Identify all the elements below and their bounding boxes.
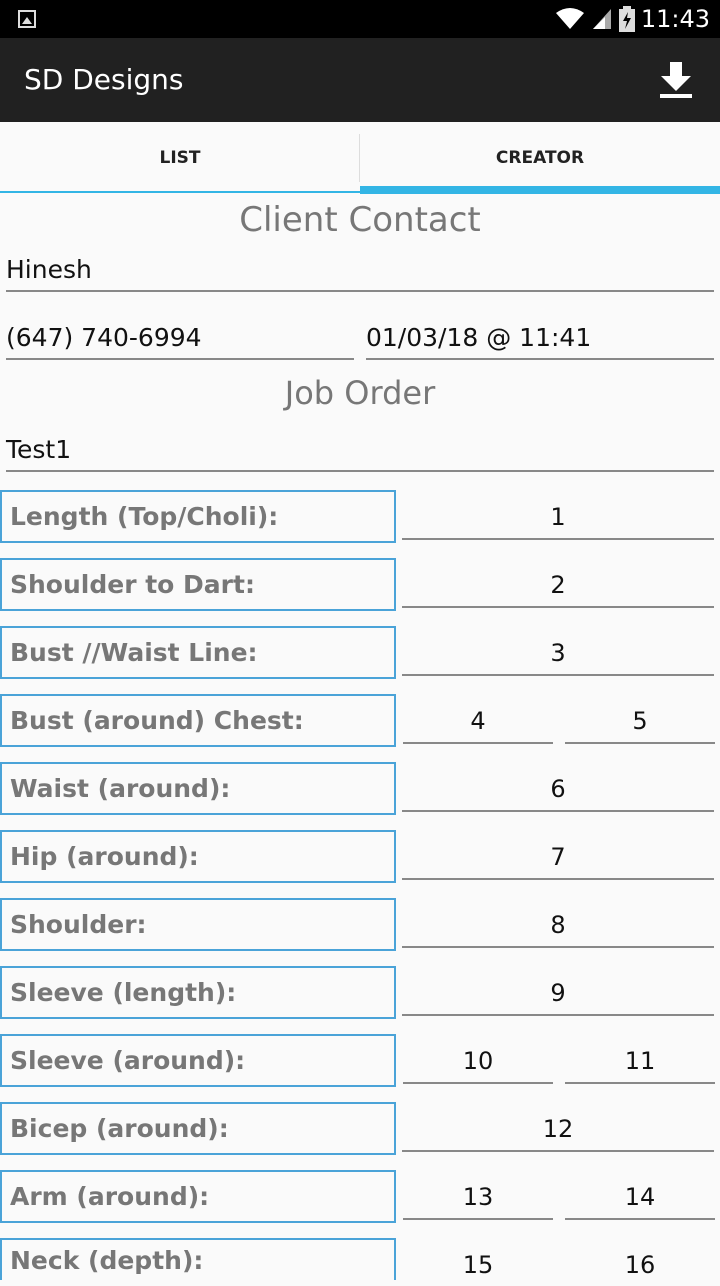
measurement-label-bust-waist-line: Bust //Waist Line: [0, 626, 396, 679]
client-contact-title: Client Contact [239, 200, 481, 240]
client-datetime-field[interactable]: 01/03/18 @ 11:41 [366, 316, 714, 360]
tab-bar: LIST CREATOR [0, 122, 720, 194]
measurement-label-neck-depth: Neck (depth): [0, 1238, 396, 1280]
measurement-label-bicep: Bicep (around): [0, 1102, 396, 1155]
measurement-input-hip[interactable]: 7 [402, 836, 714, 880]
measurement-input-bust-chest-2[interactable]: 5 [565, 700, 715, 744]
measurement-input-sleeve-length[interactable]: 9 [402, 972, 714, 1016]
tab-creator[interactable]: CREATOR [360, 122, 720, 194]
battery-charging-icon [618, 6, 635, 32]
measurement-input-sleeve-around-2[interactable]: 11 [565, 1040, 715, 1084]
measurement-label-shoulder: Shoulder: [0, 898, 396, 951]
status-right: 11:43 [555, 4, 710, 34]
measurement-input-neck-depth-1[interactable]: 15 [403, 1244, 553, 1280]
download-button[interactable] [652, 56, 700, 104]
measurement-label-length: Length (Top/Choli): [0, 490, 396, 543]
status-time: 11:43 [640, 5, 710, 33]
measurement-input-neck-depth-2[interactable]: 16 [565, 1244, 715, 1280]
client-phone-field[interactable]: (647) 740-6994 [6, 316, 354, 360]
measurement-label-bust-chest: Bust (around) Chest: [0, 694, 396, 747]
image-notification-icon [18, 10, 36, 28]
measurement-label-shoulder-to-dart: Shoulder to Dart: [0, 558, 396, 611]
app-title: SD Designs [24, 63, 184, 96]
measurement-input-bust-chest-1[interactable]: 4 [403, 700, 553, 744]
measurement-input-arm-1[interactable]: 13 [403, 1176, 553, 1220]
client-name-field[interactable]: Hinesh [6, 248, 714, 292]
measurement-input-bicep[interactable]: 12 [402, 1108, 714, 1152]
measurement-input-length[interactable]: 1 [402, 496, 714, 540]
measurement-label-hip: Hip (around): [0, 830, 396, 883]
signal-icon [592, 9, 611, 29]
tab-creator-indicator [360, 186, 720, 194]
measurement-input-waist[interactable]: 6 [402, 768, 714, 812]
job-order-title: Job Order [284, 374, 436, 412]
tab-list-underline [0, 191, 360, 193]
measurement-label-waist: Waist (around): [0, 762, 396, 815]
measurement-label-arm: Arm (around): [0, 1170, 396, 1223]
measurement-input-arm-2[interactable]: 14 [565, 1176, 715, 1220]
wifi-icon [555, 8, 584, 29]
tab-list[interactable]: LIST [0, 122, 360, 194]
measurement-input-shoulder[interactable]: 8 [402, 904, 714, 948]
job-name-field[interactable]: Test1 [6, 428, 714, 472]
measurement-label-sleeve-around: Sleeve (around): [0, 1034, 396, 1087]
app-bar: SD Designs [0, 38, 720, 122]
download-icon [660, 62, 692, 98]
measurement-input-bust-waist-line[interactable]: 3 [402, 632, 714, 676]
status-bar: 11:43 [0, 0, 720, 38]
measurement-input-shoulder-to-dart[interactable]: 2 [402, 564, 714, 608]
measurement-input-sleeve-around-1[interactable]: 10 [403, 1040, 553, 1084]
measurement-label-sleeve-length: Sleeve (length): [0, 966, 396, 1019]
